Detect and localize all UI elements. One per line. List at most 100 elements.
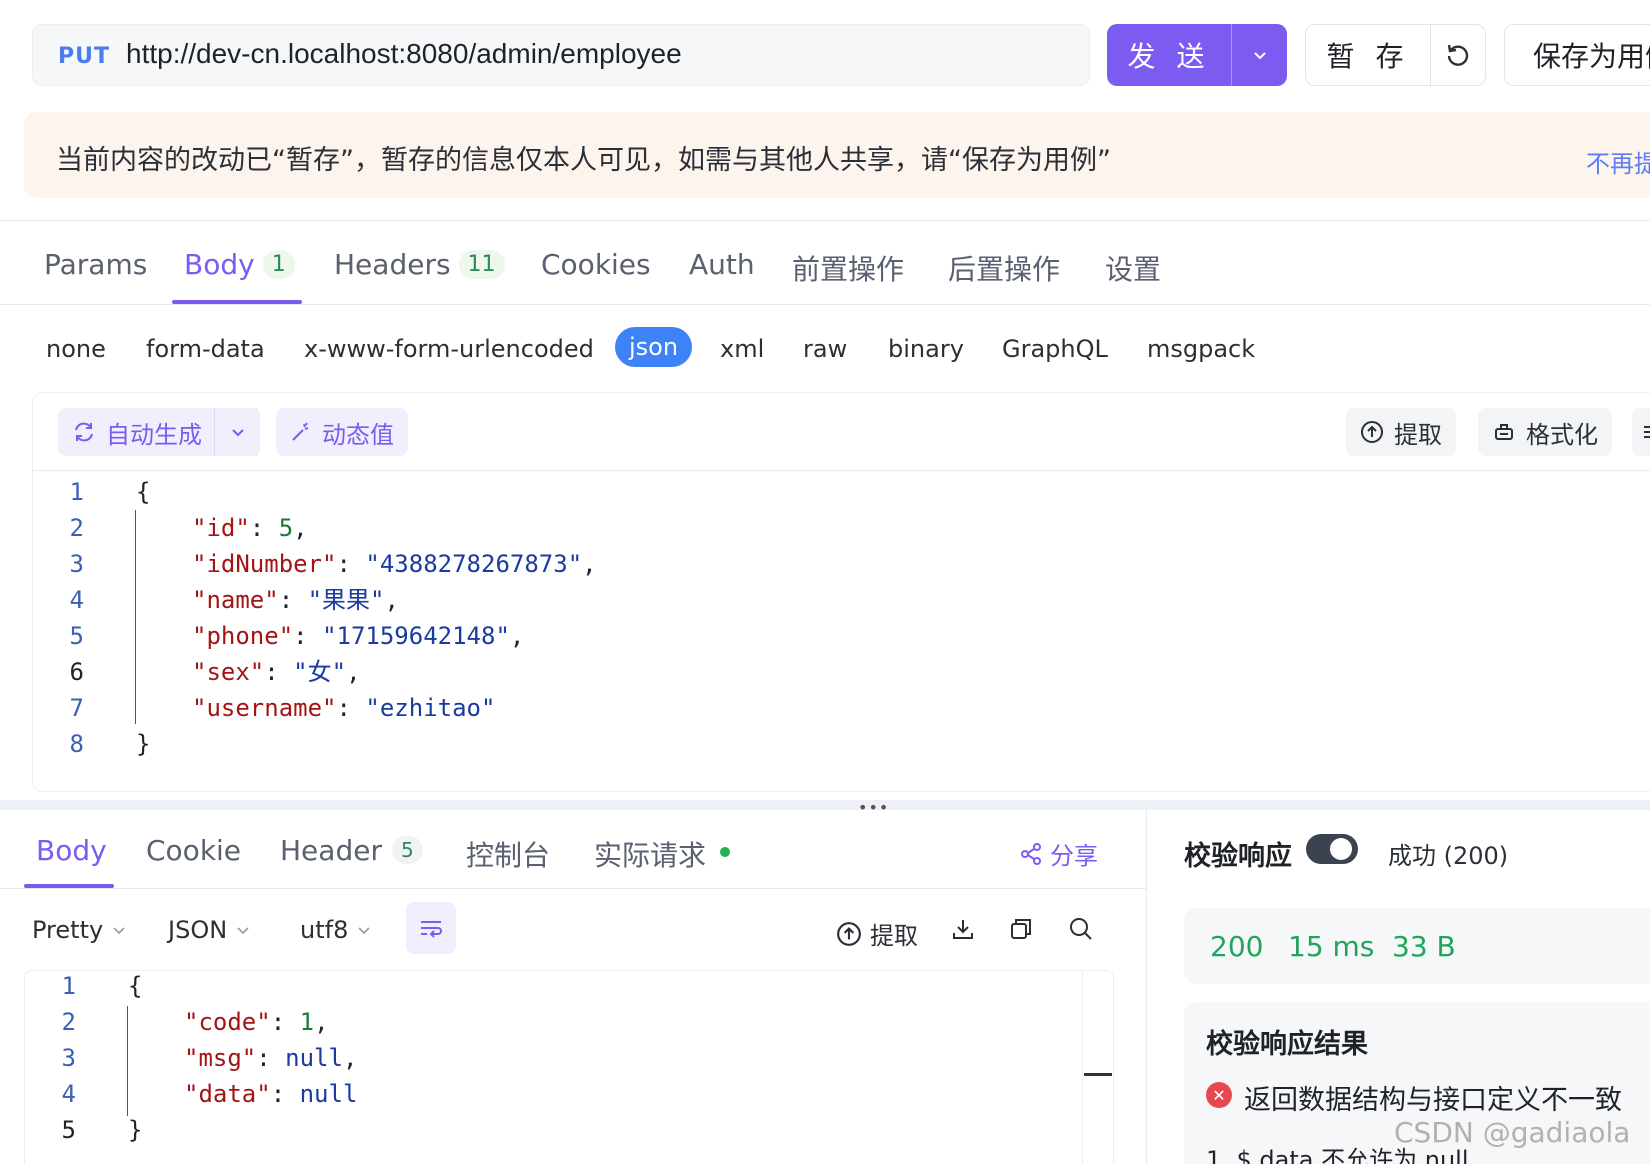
code-line: 1{ bbox=[61, 972, 143, 1000]
extract-label: 提取 bbox=[870, 922, 918, 950]
chevron-down-icon bbox=[237, 927, 249, 935]
response-tab-body[interactable]: Body bbox=[36, 834, 107, 867]
drag-handle-icon[interactable]: ••• bbox=[858, 798, 889, 817]
search-button[interactable] bbox=[1068, 916, 1094, 942]
code-line: 2 "code": 1, bbox=[61, 1008, 329, 1036]
body-type-msgpack[interactable]: msgpack bbox=[1147, 335, 1255, 363]
chevron-down-icon bbox=[1253, 52, 1266, 60]
view-mode-select[interactable]: Pretty bbox=[32, 916, 127, 944]
body-type-urlencoded[interactable]: x-www-form-urlencoded bbox=[304, 335, 594, 363]
response-extract-button[interactable]: 提取 bbox=[836, 916, 918, 951]
error-icon: ✕ bbox=[1206, 1082, 1232, 1108]
dynamic-value-label: 动态值 bbox=[322, 420, 394, 449]
revert-button[interactable] bbox=[1430, 24, 1486, 86]
response-code-area[interactable]: 1{ 2 "code": 1, 3 "msg": null, 4 "data": nu… bbox=[16, 968, 1076, 1148]
watermark: CSDN @gadiaola bbox=[1394, 1116, 1631, 1149]
code-line: 6 "sex": "女", bbox=[69, 658, 361, 686]
encoding-select[interactable]: utf8 bbox=[300, 916, 372, 944]
code-line: 5} bbox=[61, 1116, 143, 1144]
validation-result-title: 校验响应结果 bbox=[1206, 1029, 1368, 1060]
response-tab-console[interactable]: 控制台 bbox=[466, 834, 550, 874]
language-select[interactable]: JSON bbox=[168, 916, 251, 944]
share-icon bbox=[1021, 842, 1041, 865]
code-line: 1{ bbox=[69, 478, 151, 506]
body-type-json[interactable]: json bbox=[615, 327, 693, 367]
tab-cookies[interactable]: Cookies bbox=[541, 248, 651, 281]
auto-generate-label: 自动生成 bbox=[106, 420, 202, 449]
tab-post-operations[interactable]: 后置操作 bbox=[948, 248, 1060, 288]
tab-auth[interactable]: Auth bbox=[689, 248, 755, 281]
body-type-form-data[interactable]: form-data bbox=[146, 335, 265, 363]
divider bbox=[0, 304, 1650, 305]
status-code: 200 bbox=[1210, 930, 1264, 963]
copy-icon bbox=[1011, 919, 1031, 939]
code-line: 4 "data": null bbox=[61, 1080, 358, 1108]
magic-wand-icon bbox=[292, 422, 309, 441]
auto-generate-dropdown[interactable] bbox=[214, 408, 260, 456]
response-time: 15 ms bbox=[1288, 930, 1375, 963]
upload-circle-icon bbox=[837, 921, 861, 946]
save-as-case-button[interactable]: 保存为用例 bbox=[1504, 24, 1650, 86]
extract-button[interactable]: 提取 bbox=[1346, 408, 1456, 456]
more-tools-button[interactable] bbox=[1632, 408, 1650, 456]
request-code-area[interactable]: 1{ 2 "id": 5, 3 "idNumber": "4388278267873… bbox=[24, 474, 1624, 762]
code-line: 3 "msg": null, bbox=[61, 1044, 358, 1072]
broom-icon bbox=[1495, 424, 1513, 440]
dynamic-value-button[interactable]: 动态值 bbox=[276, 408, 408, 456]
response-tab-actual-request[interactable]: 实际请求 bbox=[594, 834, 731, 874]
validation-error: 返回数据结构与接口定义不一致 bbox=[1244, 1085, 1622, 1116]
download-button[interactable] bbox=[950, 916, 976, 942]
code-line: 8} bbox=[69, 730, 151, 758]
download-icon bbox=[953, 920, 973, 939]
sync-icon bbox=[75, 422, 93, 442]
format-label: 格式化 bbox=[1526, 420, 1598, 449]
dismiss-banner-link[interactable]: 不再提示 bbox=[1586, 144, 1650, 179]
validate-response-title: 校验响应 bbox=[1184, 841, 1292, 872]
send-button[interactable]: 发 送 bbox=[1107, 24, 1231, 86]
tab-settings[interactable]: 设置 bbox=[1105, 248, 1161, 288]
indent-guide bbox=[135, 510, 136, 724]
menu-icon bbox=[1644, 426, 1650, 438]
tab-pre-operations[interactable]: 前置操作 bbox=[792, 248, 904, 288]
headers-count-badge: 11 bbox=[458, 250, 505, 279]
banner-message: 当前内容的改动已“暂存”，暂存的信息仅本人可见，如需与其他人共享，请“保存为用例… bbox=[56, 145, 1111, 176]
indent-guide bbox=[127, 1006, 128, 1116]
tab-headers[interactable]: Headers 11 bbox=[334, 248, 505, 281]
code-line: 2 "id": 5, bbox=[69, 514, 308, 542]
http-method[interactable]: PUT bbox=[58, 44, 110, 69]
status-dot bbox=[720, 847, 731, 857]
body-type-xml[interactable]: xml bbox=[720, 335, 764, 363]
scrollbar[interactable] bbox=[1082, 972, 1112, 1164]
chevron-down-icon bbox=[113, 927, 125, 935]
scrollbar-thumb[interactable] bbox=[1084, 1073, 1112, 1076]
body-type-none[interactable]: none bbox=[46, 335, 106, 363]
divider bbox=[33, 470, 1650, 471]
word-wrap-toggle[interactable] bbox=[406, 902, 456, 954]
toggle-knob bbox=[1330, 838, 1352, 860]
body-type-graphql[interactable]: GraphQL bbox=[1002, 335, 1108, 363]
format-button[interactable]: 格式化 bbox=[1478, 408, 1612, 456]
divider bbox=[1146, 810, 1147, 1164]
code-line: 5 "phone": "17159642148", bbox=[69, 622, 525, 650]
url-input[interactable]: http://dev-cn.localhost:8080/admin/emplo… bbox=[126, 38, 682, 70]
chevron-down-icon bbox=[231, 429, 244, 437]
header-count-badge: 5 bbox=[391, 836, 423, 864]
share-button[interactable]: 分享 bbox=[1020, 836, 1098, 871]
body-count-badge: 1 bbox=[262, 250, 295, 279]
code-line: 4 "name": "果果", bbox=[69, 586, 399, 614]
search-icon bbox=[1070, 918, 1092, 940]
panel-splitter[interactable] bbox=[0, 800, 1650, 810]
response-size: 33 B bbox=[1392, 930, 1456, 963]
response-tab-cookie[interactable]: Cookie bbox=[146, 834, 241, 867]
tab-params[interactable]: Params bbox=[44, 248, 147, 281]
body-type-binary[interactable]: binary bbox=[888, 335, 964, 363]
stash-button[interactable]: 暂 存 bbox=[1305, 24, 1431, 86]
wrap-icon bbox=[421, 921, 442, 938]
body-type-raw[interactable]: raw bbox=[803, 335, 847, 363]
copy-button[interactable] bbox=[1008, 916, 1034, 942]
share-label: 分享 bbox=[1050, 842, 1098, 870]
response-tab-header[interactable]: Header 5 bbox=[280, 834, 423, 867]
send-dropdown-button[interactable] bbox=[1231, 24, 1287, 86]
tab-body[interactable]: Body 1 bbox=[184, 248, 295, 281]
code-line: 7 "username": "ezhitao" bbox=[69, 694, 496, 722]
